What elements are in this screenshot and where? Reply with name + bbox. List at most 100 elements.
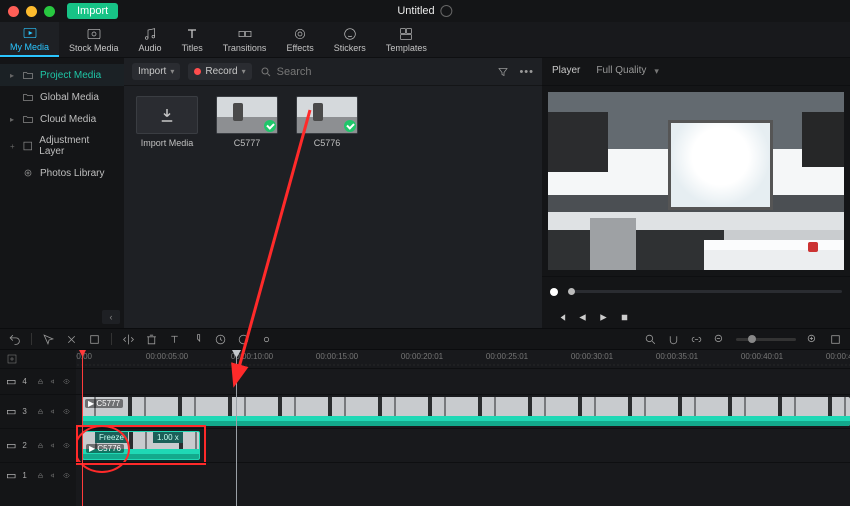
text-tool-icon[interactable] xyxy=(168,333,181,346)
clip-c5777[interactable]: ▶ C5777 xyxy=(82,397,850,426)
link-icon[interactable] xyxy=(690,333,703,346)
track-badge-icon: ▭ xyxy=(6,469,16,482)
tab-stickers[interactable]: Stickers xyxy=(324,22,376,57)
stop-button[interactable] xyxy=(619,312,630,323)
timeline-undo-icon[interactable] xyxy=(8,333,21,346)
settings-icon[interactable] xyxy=(441,5,453,17)
tab-titles[interactable]: Titles xyxy=(172,22,213,57)
playhead[interactable] xyxy=(236,350,237,506)
sidebar-item-photos-library[interactable]: Photos Library xyxy=(0,162,124,184)
tab-effects[interactable]: Effects xyxy=(276,22,323,57)
sidebar-item-label: Cloud Media xyxy=(40,114,96,125)
mute-icon[interactable] xyxy=(50,376,57,387)
zoom-out-icon[interactable] xyxy=(713,333,726,346)
track-lane-3[interactable]: ▶ C5777 xyxy=(76,394,850,428)
track-number: 1 xyxy=(22,471,31,480)
tab-my-media[interactable]: My Media xyxy=(0,22,59,57)
mute-icon[interactable] xyxy=(50,406,57,417)
tab-transitions[interactable]: Transitions xyxy=(213,22,277,57)
timeline-toolbar xyxy=(0,328,850,350)
lock-icon[interactable] xyxy=(37,406,44,417)
mute-icon[interactable] xyxy=(50,470,57,481)
media-panel: Import▾ Record▾ Search ••• Import Media … xyxy=(124,58,542,328)
player-tab[interactable]: Player xyxy=(552,65,580,79)
tab-stock-media-label: Stock Media xyxy=(69,43,119,53)
eye-icon[interactable] xyxy=(63,406,70,417)
quality-dropdown[interactable]: Full Quality xyxy=(596,65,646,79)
track-lane-2[interactable]: Freeze 1.00 x ▶ C5776 xyxy=(76,428,850,462)
ruler-tick-label: 00:00:20:01 xyxy=(401,352,443,361)
window-minimize-icon[interactable] xyxy=(26,6,37,17)
track-head-3[interactable]: ▭3 xyxy=(0,394,76,428)
record-vo-icon[interactable] xyxy=(260,333,273,346)
in-point-marker[interactable] xyxy=(82,350,83,506)
eye-icon[interactable] xyxy=(63,440,70,451)
play-button[interactable] xyxy=(598,312,609,323)
eye-icon[interactable] xyxy=(63,376,70,387)
import-dropdown[interactable]: Import▾ xyxy=(132,63,180,80)
crop-tool-icon[interactable] xyxy=(88,333,101,346)
track-lane-1[interactable] xyxy=(76,462,850,488)
track-add-icon[interactable] xyxy=(6,353,18,365)
marker-icon[interactable] xyxy=(191,333,204,346)
import-media-tile[interactable]: Import Media xyxy=(134,96,200,148)
effects-icon xyxy=(292,26,308,42)
progress-dot-icon xyxy=(550,288,558,296)
sidebar-collapse-button[interactable]: ‹ xyxy=(102,310,120,324)
more-icon[interactable]: ••• xyxy=(519,66,534,78)
tile-label: C5777 xyxy=(234,138,261,148)
track-lane-4[interactable] xyxy=(76,368,850,394)
delete-button[interactable] xyxy=(145,333,158,346)
zoom-fit-icon[interactable] xyxy=(644,333,657,346)
tile-label: C5776 xyxy=(314,138,341,148)
folder-icon xyxy=(22,91,34,103)
folder-icon xyxy=(22,113,34,125)
tab-templates[interactable]: Templates xyxy=(376,22,437,57)
track-head-1[interactable]: ▭1 xyxy=(0,462,76,488)
prev-frame-button[interactable] xyxy=(556,312,567,323)
track-head-2[interactable]: ▭2 xyxy=(0,428,76,462)
mute-icon[interactable] xyxy=(50,440,57,451)
window-zoom-icon[interactable] xyxy=(44,6,55,17)
window-close-icon[interactable] xyxy=(8,6,19,17)
tab-transitions-label: Transitions xyxy=(223,43,267,53)
tab-stickers-label: Stickers xyxy=(334,43,366,53)
sidebar-item-label: Adjustment Layer xyxy=(39,135,114,157)
track-head-4[interactable]: ▭4 xyxy=(0,368,76,394)
stickers-icon xyxy=(342,26,358,42)
zoom-slider[interactable] xyxy=(736,338,796,341)
sidebar-item-cloud-media[interactable]: ▸ Cloud Media xyxy=(0,108,124,130)
clip-c5776[interactable]: Freeze 1.00 x ▶ C5776 xyxy=(82,431,200,460)
timeline-settings-icon[interactable] xyxy=(829,333,842,346)
transitions-icon xyxy=(237,26,253,42)
sidebar-item-global-media[interactable]: Global Media xyxy=(0,86,124,108)
media-clip-c5776[interactable]: C5776 xyxy=(294,96,360,148)
tab-stock-media[interactable]: Stock Media xyxy=(59,22,129,57)
player-progress[interactable] xyxy=(568,290,842,293)
lock-icon[interactable] xyxy=(37,470,44,481)
search-input[interactable]: Search xyxy=(260,66,490,78)
select-tool-icon[interactable] xyxy=(42,333,55,346)
render-icon[interactable] xyxy=(237,333,250,346)
sidebar-item-adjustment-layer[interactable]: + Adjustment Layer xyxy=(0,130,124,162)
sidebar-item-project-media[interactable]: ▸ Project Media xyxy=(0,64,124,86)
timeline-ruler[interactable]: 00:0000:00:05:0000:00:10:0000:00:15:0000… xyxy=(76,350,850,368)
titles-icon xyxy=(184,26,200,42)
lock-icon[interactable] xyxy=(37,376,44,387)
tab-my-media-label: My Media xyxy=(10,42,49,52)
snap-icon[interactable] xyxy=(667,333,680,346)
record-dropdown[interactable]: Record▾ xyxy=(188,63,251,80)
speed-badge: 1.00 x xyxy=(153,432,183,443)
tab-audio[interactable]: Audio xyxy=(129,22,172,57)
import-chip[interactable]: Import xyxy=(67,3,118,19)
player-viewport[interactable] xyxy=(548,92,844,270)
zoom-in-icon[interactable] xyxy=(806,333,819,346)
filter-icon[interactable] xyxy=(497,66,509,78)
media-clip-c5777[interactable]: C5777 xyxy=(214,96,280,148)
play-back-button[interactable] xyxy=(577,312,588,323)
speed-icon[interactable] xyxy=(214,333,227,346)
lock-icon[interactable] xyxy=(37,440,44,451)
eye-icon[interactable] xyxy=(63,470,70,481)
blade-tool-icon[interactable] xyxy=(65,333,78,346)
split-button[interactable] xyxy=(122,333,135,346)
